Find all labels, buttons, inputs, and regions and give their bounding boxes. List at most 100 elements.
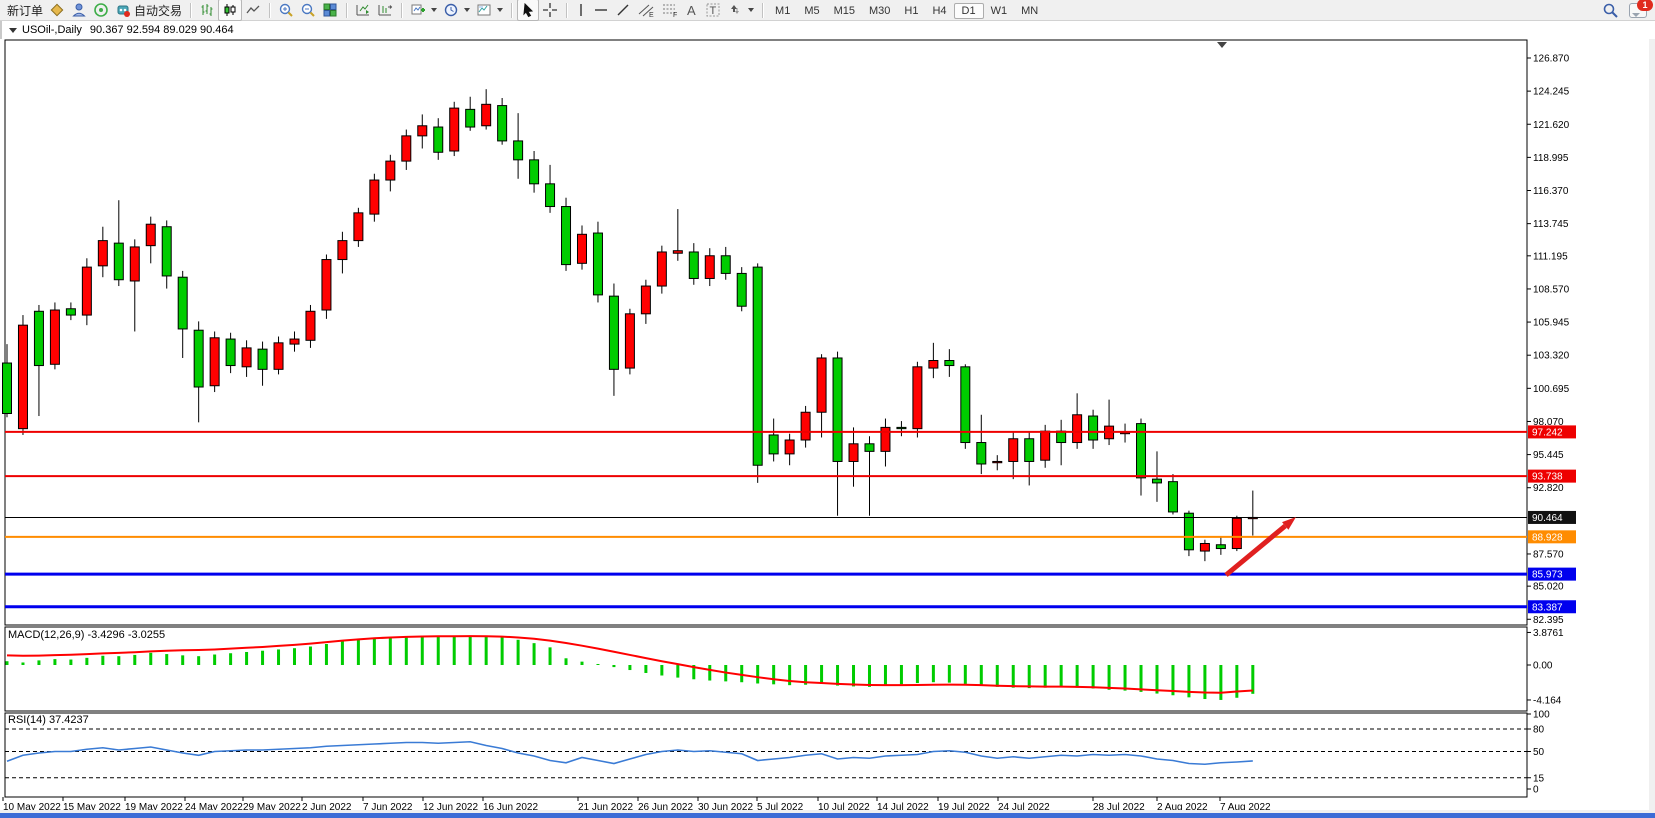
signals-button[interactable]	[90, 0, 112, 20]
timeframe-m30[interactable]: M30	[862, 4, 897, 18]
macd-bar	[884, 665, 887, 686]
macd-bar	[421, 636, 424, 665]
macd-bar	[85, 658, 88, 665]
macd-bar	[1251, 665, 1254, 694]
text-button[interactable]: A	[682, 0, 702, 20]
macd-label: MACD(12,26,9) -3.4296 -3.0255	[8, 629, 165, 641]
rsi-axis-label: 50	[1533, 747, 1545, 758]
crosshair-button[interactable]	[539, 0, 561, 20]
macd-bar	[165, 654, 168, 665]
bar-chart-button[interactable]	[196, 0, 218, 20]
macd-bar	[980, 665, 983, 686]
macd-axis-label: -4.164	[1533, 695, 1562, 706]
macd-bar	[6, 661, 9, 665]
macd-bar	[596, 664, 599, 665]
separator	[401, 3, 402, 18]
auto-trading-button[interactable]: 自动交易	[112, 0, 185, 20]
candle	[210, 331, 219, 392]
line-chart-button[interactable]	[242, 0, 264, 20]
candlestick-chart-button[interactable]	[218, 0, 242, 21]
macd-bar	[357, 640, 360, 665]
timeframe-group: M1M5M15M30H1H4D1W1MN	[768, 1, 1045, 19]
macd-bar	[852, 665, 855, 686]
new-order-button[interactable]: 新订单	[4, 0, 46, 20]
macd-bar	[277, 649, 280, 665]
macd-bar	[1219, 665, 1222, 700]
text-icon: A	[685, 2, 699, 18]
candle	[322, 254, 331, 318]
chart-shift-button[interactable]	[352, 0, 374, 20]
auto-scroll-icon	[377, 2, 393, 18]
price-tick-label: 100.695	[1533, 384, 1570, 395]
fibonacci-icon: F	[661, 2, 679, 18]
signal-icon	[93, 2, 109, 18]
macd-bar	[900, 665, 903, 684]
timeframe-m5[interactable]: M5	[797, 4, 826, 18]
price-badge-value: 93.738	[1532, 472, 1563, 483]
chart-ohlc-values: 90.367 92.594 89.029 90.464	[90, 24, 234, 36]
candle	[1232, 516, 1241, 551]
period-icon	[443, 2, 459, 18]
new-chart-button[interactable]	[407, 0, 440, 20]
rsi-axis-label: 100	[1533, 710, 1550, 721]
line-chart-icon	[245, 2, 261, 18]
arrows-button[interactable]	[724, 0, 757, 20]
candle	[961, 364, 970, 449]
macd-bar	[325, 644, 328, 665]
rsi-axis-label: 15	[1533, 773, 1545, 784]
cursor-button[interactable]	[517, 0, 539, 21]
vertical-line-button[interactable]	[572, 0, 590, 20]
horizontal-line-icon	[593, 4, 609, 16]
trendline-icon	[615, 2, 631, 18]
macd-bar	[1203, 665, 1206, 699]
candle	[753, 263, 762, 483]
price-tick-label: 105.945	[1533, 318, 1570, 329]
macd-bar	[469, 636, 472, 665]
fibonacci-button[interactable]: F	[658, 0, 682, 20]
search-icon[interactable]	[1602, 2, 1619, 19]
cursor-icon	[521, 3, 535, 18]
macd-axis-label: 0.00	[1533, 661, 1553, 672]
macd-bar	[565, 658, 568, 665]
tile-windows-button[interactable]	[319, 0, 341, 20]
profile-button[interactable]	[68, 0, 90, 20]
macd-bar	[1028, 665, 1031, 688]
symbol-dropdown-icon[interactable]	[9, 28, 17, 33]
zoom-out-button[interactable]	[297, 0, 319, 20]
notification-badge: 1	[1637, 0, 1653, 11]
text-label-icon: T	[705, 2, 721, 18]
timeframe-h1[interactable]: H1	[897, 4, 925, 18]
rsi-axis-label: 0	[1533, 785, 1539, 796]
text-label-button[interactable]: T	[702, 0, 724, 20]
macd-bar	[740, 665, 743, 682]
zoom-in-button[interactable]	[275, 0, 297, 20]
timeframe-m15[interactable]: M15	[827, 4, 862, 18]
timeframe-mn[interactable]: MN	[1014, 4, 1045, 18]
template-button[interactable]	[473, 0, 506, 20]
macd-bar	[1012, 665, 1015, 688]
macd-bar	[485, 636, 488, 665]
macd-bar	[501, 637, 504, 665]
macd-bar	[1076, 665, 1079, 688]
autotrading-icon	[115, 2, 131, 18]
chat-icon[interactable]: 1	[1629, 3, 1647, 18]
market-depth-button[interactable]	[46, 0, 68, 20]
macd-bar	[660, 665, 663, 676]
timeframe-w1[interactable]: W1	[984, 4, 1015, 18]
zoom-in-icon	[278, 2, 294, 18]
equidistant-channel-button[interactable]: E	[634, 0, 658, 20]
chevron-down-icon	[464, 8, 470, 12]
chart-canvas[interactable]: 126.870124.245121.620118.995116.370113.7…	[0, 0, 1655, 818]
separator	[566, 3, 567, 18]
horizontal-line-button[interactable]	[590, 0, 612, 20]
price-tick-label: 111.195	[1533, 251, 1568, 262]
timeframe-h4[interactable]: H4	[925, 4, 953, 18]
periodicity-button[interactable]	[440, 0, 473, 20]
macd-bar	[916, 665, 919, 683]
timeframe-d1[interactable]: D1	[954, 3, 984, 19]
macd-bar	[1235, 665, 1238, 698]
trendline-button[interactable]	[612, 0, 634, 20]
auto-scroll-button[interactable]	[374, 0, 396, 20]
timeframe-m1[interactable]: M1	[768, 4, 797, 18]
macd-bar	[964, 665, 967, 684]
